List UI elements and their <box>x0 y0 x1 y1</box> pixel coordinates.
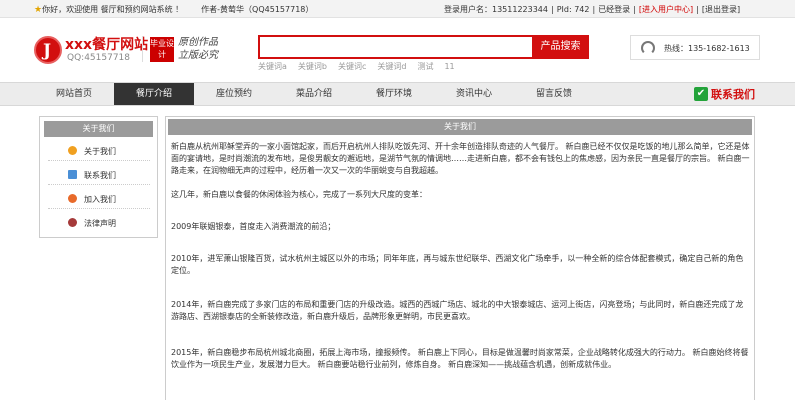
search-tag[interactable]: 关键词a <box>258 62 287 71</box>
logged-in-text: 已经登录 <box>598 5 631 14</box>
logo-name[interactable]: xxx餐厅网站 <box>65 34 148 54</box>
search-tag[interactable]: 测试 <box>417 62 433 71</box>
checkmark-icon: ✔ <box>694 87 708 101</box>
nav-dishes[interactable]: 菜品介绍 <box>274 83 354 105</box>
content-paragraph: 2010年，进军萧山银隆百货，试水杭州主城区以外的市场；同年年底，再与城东世纪联… <box>171 254 744 275</box>
user-status-area: 登录用户名：13511223344 | PId: 742 | 已经登录 | [进入用户中心]… <box>444 5 741 14</box>
username-text: 登录用户名：13511223344 <box>444 5 548 14</box>
content-paragraph: 2015年，新白鹿稳步布局杭州城北商圈，拓展上海市场，撞报频传。 新白鹿上下同心… <box>171 348 749 369</box>
user-center-link[interactable]: [进入用户中心] <box>639 5 693 14</box>
sidebar-item-label: 关于我们 <box>84 147 116 156</box>
content-paragraph: 这几年，新白鹿以食餐的休闲体验为核心，完成了一系列大尺度的变革： <box>171 190 427 199</box>
add-icon <box>68 194 77 203</box>
nav-feedback[interactable]: 留言反馈 <box>514 83 594 105</box>
hotline-text: 热线：135-1682-1613 <box>664 44 750 53</box>
sidebar: 关于我们 关于我们 联系我们 加入我们 法律声明 <box>39 116 158 238</box>
search-input[interactable] <box>258 35 532 59</box>
nav-restaurant-intro[interactable]: 餐厅介绍 <box>114 83 194 105</box>
sidebar-item-join[interactable]: 加入我们 <box>48 189 150 209</box>
graduation-badge: 毕业设计 <box>150 37 174 62</box>
pid-text: PId: 742 <box>556 5 590 14</box>
headset-icon <box>641 41 655 55</box>
star-icon: ★ <box>34 5 43 15</box>
hotline-box: 热线：135-1682-1613 <box>630 35 760 60</box>
search-tag[interactable]: 关键词b <box>298 62 327 71</box>
content-title: 关于我们 <box>168 119 752 135</box>
greeting-text: 你好，欢迎使用 餐厅和预约网站系统 ！ <box>42 5 184 14</box>
document-icon <box>68 170 77 179</box>
sidebar-item-label: 法律声明 <box>84 219 116 228</box>
contact-us-label: 联系我们 <box>711 88 755 101</box>
search-tag[interactable]: 11 <box>444 62 454 71</box>
header-divider <box>142 36 143 62</box>
logo-icon[interactable]: J <box>34 36 62 64</box>
sidebar-item-legal[interactable]: 法律声明 <box>48 213 150 233</box>
search-tags: 关键词a 关键词b 关键词c 关键词d 测试 11 <box>258 61 466 72</box>
nav-news[interactable]: 资讯中心 <box>434 83 514 105</box>
content-paragraph: 2009年联姻银泰，首度走入消费潮流的前沿； <box>171 222 336 231</box>
main-nav: 网站首页 餐厅介绍 座位预约 菜品介绍 餐厅环境 资讯中心 留言反馈 <box>0 82 795 106</box>
nav-environment[interactable]: 餐厅环境 <box>354 83 434 105</box>
sidebar-title: 关于我们 <box>44 121 153 137</box>
nav-home[interactable]: 网站首页 <box>34 83 114 105</box>
search-tag[interactable]: 关键词d <box>377 62 406 71</box>
contact-us-link[interactable]: ✔ 联系我们 <box>694 86 755 102</box>
greeting-area: ★你好，欢迎使用 餐厅和预约网站系统 ！ 作者-黄萄华（QQ45157718） <box>34 4 313 15</box>
top-bar: ★你好，欢迎使用 餐厅和预约网站系统 ！ 作者-黄萄华（QQ45157718） 登… <box>0 0 795 18</box>
logo-qq: QQ:45157718 <box>67 53 131 63</box>
content-paragraph: 2014年，新白鹿完成了多家门店的布局和重要门店的升级改造。城西的西城广场店、城… <box>171 300 744 321</box>
sidebar-item-label: 联系我们 <box>84 171 116 180</box>
sidebar-item-contact[interactable]: 联系我们 <box>48 165 150 185</box>
legal-icon <box>68 218 77 227</box>
sidebar-item-label: 加入我们 <box>84 195 116 204</box>
search-tag[interactable]: 关键词c <box>338 62 366 71</box>
logout-link[interactable]: [退出登录] <box>702 5 740 14</box>
nav-seat-booking[interactable]: 座位预约 <box>194 83 274 105</box>
sidebar-item-about[interactable]: 关于我们 <box>48 141 150 161</box>
orange-dot-icon <box>68 146 77 155</box>
content-paragraph: 新白鹿从杭州耶稣堂弄的一家小面馆起家，而后开启杭州人排队吃饭先河、开十余年创造排… <box>171 142 750 175</box>
slogan: 原创作品 立版必究 <box>178 37 218 61</box>
main-content: 关于我们 新白鹿从杭州耶稣堂弄的一家小面馆起家，而后开启杭州人排队吃饭先河、开十… <box>165 116 755 400</box>
search-button[interactable]: 产品搜索 <box>532 35 589 59</box>
author-text: 作者-黄萄华（QQ45157718） <box>201 5 314 14</box>
